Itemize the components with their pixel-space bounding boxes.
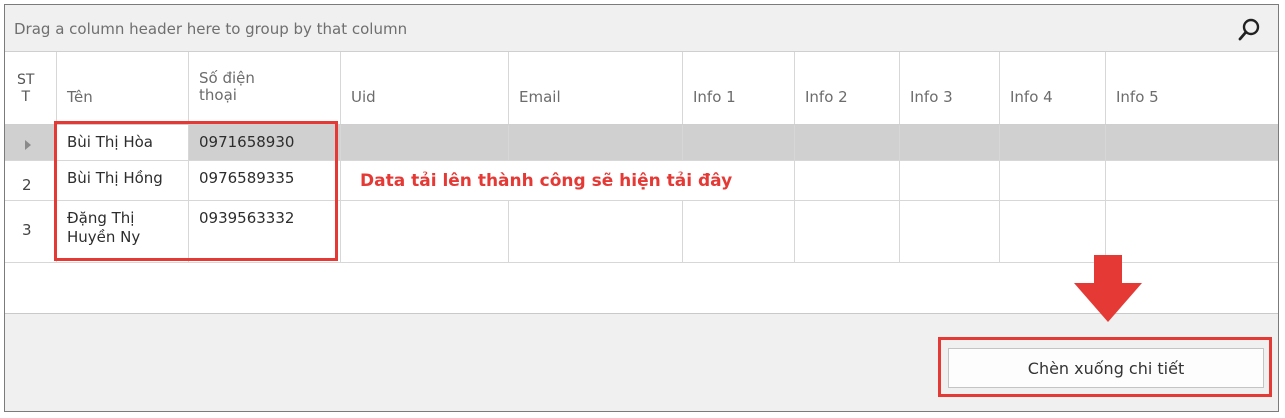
cell-info-2[interactable] xyxy=(795,201,900,262)
column-header-info-2[interactable]: Info 2 xyxy=(795,52,900,124)
column-header-row: ST T Tên Số điện thoại Uid Email Info 1 In… xyxy=(5,52,1278,125)
row-number: 3 xyxy=(22,221,32,239)
down-arrow-icon xyxy=(1074,255,1142,322)
highlight-box-data xyxy=(54,121,338,261)
cell-info-1[interactable] xyxy=(683,201,795,262)
column-header-label: Email xyxy=(519,88,561,106)
cell-email[interactable] xyxy=(509,201,683,262)
row-focus-caret-icon xyxy=(25,140,31,150)
group-by-panel[interactable]: Drag a column header here to group by th… xyxy=(5,5,1278,52)
column-header-info-3[interactable]: Info 3 xyxy=(900,52,1000,124)
column-header-label: Tên xyxy=(67,88,93,106)
column-header-label: Info 3 xyxy=(910,88,953,106)
column-header-email[interactable]: Email xyxy=(509,52,683,124)
column-header-ten[interactable]: Tên xyxy=(57,52,189,124)
row-indicator[interactable] xyxy=(5,125,57,160)
cell-info-5[interactable] xyxy=(1106,161,1278,200)
phone-header-line-1: Số điện xyxy=(199,69,255,87)
stt-header-line-2: T xyxy=(21,89,30,105)
row-indicator[interactable]: 2 xyxy=(5,161,57,200)
cell-info-2[interactable] xyxy=(795,161,900,200)
cell-info-5[interactable] xyxy=(1106,201,1278,262)
cell-info-3[interactable] xyxy=(900,201,1000,262)
row-number: 2 xyxy=(22,176,32,194)
cell-uid[interactable] xyxy=(341,125,509,160)
insert-detail-button[interactable]: Chèn xuống chi tiết xyxy=(948,348,1264,388)
phone-header-line-2: thoại xyxy=(199,86,237,104)
column-header-stt[interactable]: ST T xyxy=(5,52,57,124)
column-header-label: Info 5 xyxy=(1116,88,1159,106)
annotation-note: Data tải lên thành công sẽ hiện tải đây xyxy=(360,171,733,191)
group-by-hint: Drag a column header here to group by th… xyxy=(14,20,408,38)
cell-uid[interactable] xyxy=(341,201,509,262)
stt-header-line-1: ST xyxy=(17,72,35,88)
column-header-info-5[interactable]: Info 5 xyxy=(1106,52,1278,124)
cell-info-4[interactable] xyxy=(1000,125,1106,160)
column-header-uid[interactable]: Uid xyxy=(341,52,509,124)
column-header-info-4[interactable]: Info 4 xyxy=(1000,52,1106,124)
column-header-label: Info 2 xyxy=(805,88,848,106)
cell-info-3[interactable] xyxy=(900,125,1000,160)
row-indicator[interactable]: 3 xyxy=(5,201,57,262)
cell-info-2[interactable] xyxy=(795,125,900,160)
column-header-phone[interactable]: Số điện thoại xyxy=(189,52,341,124)
column-header-info-1[interactable]: Info 1 xyxy=(683,52,795,124)
column-header-label: Info 4 xyxy=(1010,88,1053,106)
cell-info-4[interactable] xyxy=(1000,201,1106,262)
column-header-label: Uid xyxy=(351,88,376,106)
cell-email[interactable] xyxy=(509,125,683,160)
column-header-label: Info 1 xyxy=(693,88,736,106)
cell-info-1[interactable] xyxy=(683,125,795,160)
cell-info-4[interactable] xyxy=(1000,161,1106,200)
cell-info-3[interactable] xyxy=(900,161,1000,200)
cell-info-5[interactable] xyxy=(1106,125,1278,160)
search-icon[interactable] xyxy=(1238,17,1262,41)
